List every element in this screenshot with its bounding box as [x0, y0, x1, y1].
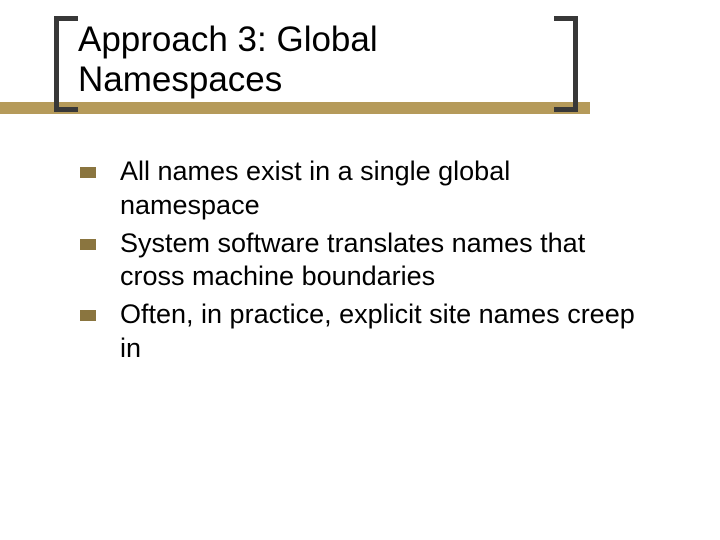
slide: Approach 3: Global Namespaces All names … [0, 0, 720, 540]
slide-title: Approach 3: Global Namespaces [78, 20, 538, 101]
bracket-right-icon [554, 16, 578, 112]
list-item: All names exist in a single global names… [80, 155, 640, 223]
bracket-left-icon [54, 16, 78, 112]
bullet-text: Often, in practice, explicit site names … [120, 298, 640, 366]
slide-body: All names exist in a single global names… [80, 155, 640, 370]
list-item: System software translates names that cr… [80, 227, 640, 295]
bullet-text: All names exist in a single global names… [120, 155, 640, 223]
square-bullet-icon [80, 239, 96, 250]
list-item: Often, in practice, explicit site names … [80, 298, 640, 366]
square-bullet-icon [80, 310, 96, 321]
bullet-text: System software translates names that cr… [120, 227, 640, 295]
square-bullet-icon [80, 167, 96, 178]
